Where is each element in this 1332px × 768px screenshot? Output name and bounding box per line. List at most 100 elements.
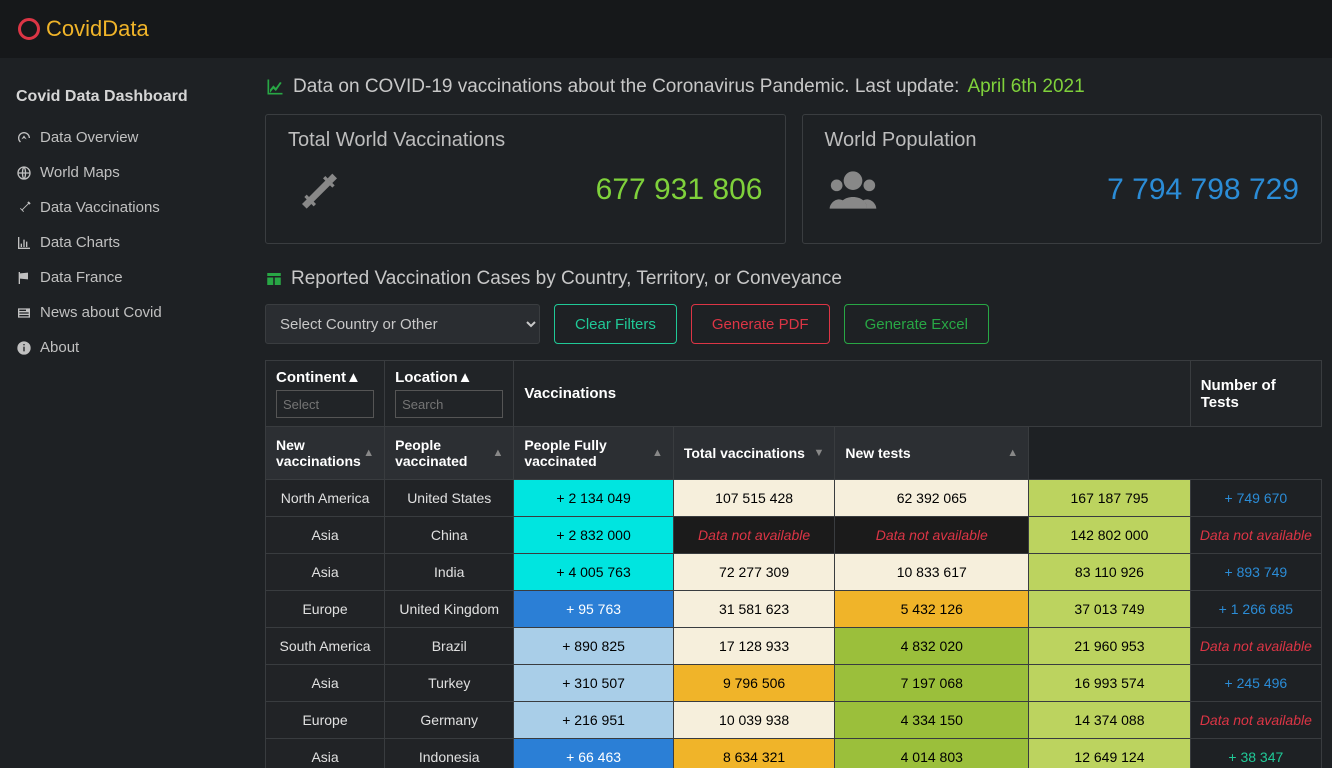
sidebar-item-vaccinations[interactable]: Data Vaccinations [0,190,243,225]
generate-excel-button[interactable]: Generate Excel [844,304,989,344]
cell-new-vaccinations: + 890 825 [514,628,674,665]
sidebar-item-france[interactable]: Data France [0,260,243,295]
col-label: Location [395,369,458,386]
cell-people-vaccinated: 10 039 938 [673,702,835,739]
cell-total-vaccinations: 167 187 795 [1029,480,1191,517]
cell-total-vaccinations: 14 374 088 [1029,702,1191,739]
sidebar-item-overview[interactable]: Data Overview [0,120,243,155]
sort-icon: ▼ [813,447,824,459]
globe-icon [16,165,32,181]
cell-people-vaccinated: 107 515 428 [673,480,835,517]
sidebar-item-news[interactable]: News about Covid [0,295,243,330]
cell-location: Germany [385,702,514,739]
table-row: EuropeGermany+ 216 95110 039 9384 334 15… [266,702,1322,739]
filter-continent[interactable] [276,390,374,418]
col-fully-vaccinated[interactable]: People Fully vaccinated▲ [514,427,674,480]
cell-location: Turkey [385,665,514,702]
col-group-continent[interactable]: Continent▲ [266,361,385,427]
col-new-vaccinations[interactable]: New vaccinations▲ [266,427,385,480]
cell-new-tests: + 749 670 [1190,480,1321,517]
table-row: AsiaIndonesia+ 66 4638 634 3214 014 8031… [266,739,1322,768]
cell-continent: Europe [266,591,385,628]
cell-fully-vaccinated: 7 197 068 [835,665,1029,702]
col-group-tests: Number of Tests [1190,361,1321,427]
cell-continent: South America [266,628,385,665]
col-total-vaccinations[interactable]: Total vaccinations ▼ [673,427,835,480]
cell-fully-vaccinated: 4 334 150 [835,702,1029,739]
news-icon [16,305,32,321]
sort-icon: ▲ [458,369,473,386]
table-row: EuropeUnited Kingdom+ 95 76331 581 6235 … [266,591,1322,628]
generate-pdf-button[interactable]: Generate PDF [691,304,830,344]
cell-new-tests: Data not available [1190,517,1321,554]
col-label: Continent [276,369,346,386]
cell-new-vaccinations: + 4 005 763 [514,554,674,591]
cell-new-tests: Data not available [1190,702,1321,739]
sidebar-item-label: Data Charts [40,234,120,251]
cell-new-vaccinations: + 66 463 [514,739,674,768]
cell-fully-vaccinated: 4 832 020 [835,628,1029,665]
col-people-vaccinated[interactable]: People vaccinated ▲ [385,427,514,480]
page-title-text: Data on COVID-19 vaccinations about the … [293,76,959,98]
sidebar-item-label: World Maps [40,164,120,181]
sidebar-item-label: Data Overview [40,129,138,146]
card-title: World Population [825,129,1300,152]
col-label: People Fully vaccinated [524,437,606,469]
topbar: CovidData [0,0,1332,58]
col-label: New vaccinations [276,437,361,469]
sidebar-item-worldmaps[interactable]: World Maps [0,155,243,190]
users-icon [825,162,881,218]
sort-icon: ▲ [492,447,503,459]
filter-location[interactable] [395,390,503,418]
cell-total-vaccinations: 83 110 926 [1029,554,1191,591]
table-row: South AmericaBrazil+ 890 82517 128 9334 … [266,628,1322,665]
logo-icon [18,18,40,40]
cell-new-tests: + 38 347 [1190,739,1321,768]
cell-location: Indonesia [385,739,514,768]
sidebar-item-charts[interactable]: Data Charts [0,225,243,260]
cell-total-vaccinations: 21 960 953 [1029,628,1191,665]
tachometer-icon [16,130,32,146]
cell-new-vaccinations: + 2 134 049 [514,480,674,517]
chart-line-icon [265,77,285,97]
sidebar-item-label: Data France [40,269,123,286]
cell-people-vaccinated: 17 128 933 [673,628,835,665]
cell-new-vaccinations: + 216 951 [514,702,674,739]
cell-location: Brazil [385,628,514,665]
table-row: North AmericaUnited States+ 2 134 049107… [266,480,1322,517]
cell-continent: Asia [266,517,385,554]
page-title: Data on COVID-19 vaccinations about the … [265,76,1322,98]
col-label: Total vaccinations [684,445,805,461]
chart-icon [16,235,32,251]
sidebar-header: Covid Data Dashboard [0,78,243,120]
cell-total-vaccinations: 37 013 749 [1029,591,1191,628]
info-icon [16,340,32,356]
cell-fully-vaccinated: Data not available [835,517,1029,554]
col-group-location[interactable]: Location▲ [385,361,514,427]
table-row: AsiaChina+ 2 832 000Data not availableDa… [266,517,1322,554]
cell-total-vaccinations: 142 802 000 [1029,517,1191,554]
sidebar-item-about[interactable]: About [0,330,243,365]
page-title-date: April 6th 2021 [967,76,1084,98]
brand-name[interactable]: CovidData [46,16,149,42]
cell-people-vaccinated: 72 277 309 [673,554,835,591]
cell-total-vaccinations: 16 993 574 [1029,665,1191,702]
card-value: 677 931 806 [596,173,763,207]
section-title-text: Reported Vaccination Cases by Country, T… [291,268,842,290]
col-label: People vaccinated [395,437,467,469]
select-country[interactable]: Select Country or Other [265,304,540,344]
cell-location: India [385,554,514,591]
col-new-tests[interactable]: New tests▲ [835,427,1029,480]
clear-filters-button[interactable]: Clear Filters [554,304,677,344]
cell-continent: Europe [266,702,385,739]
table-row: AsiaTurkey+ 310 5079 796 5067 197 06816 … [266,665,1322,702]
content: Data on COVID-19 vaccinations about the … [243,58,1332,768]
sidebar-item-label: News about Covid [40,304,162,321]
cell-people-vaccinated: 8 634 321 [673,739,835,768]
cell-people-vaccinated: 31 581 623 [673,591,835,628]
cell-new-vaccinations: + 310 507 [514,665,674,702]
sidebar-item-label: Data Vaccinations [40,199,160,216]
card-total-vaccinations: Total World Vaccinations 677 931 806 [265,114,786,244]
cell-new-tests: + 893 749 [1190,554,1321,591]
card-value: 7 794 798 729 [1107,173,1299,207]
